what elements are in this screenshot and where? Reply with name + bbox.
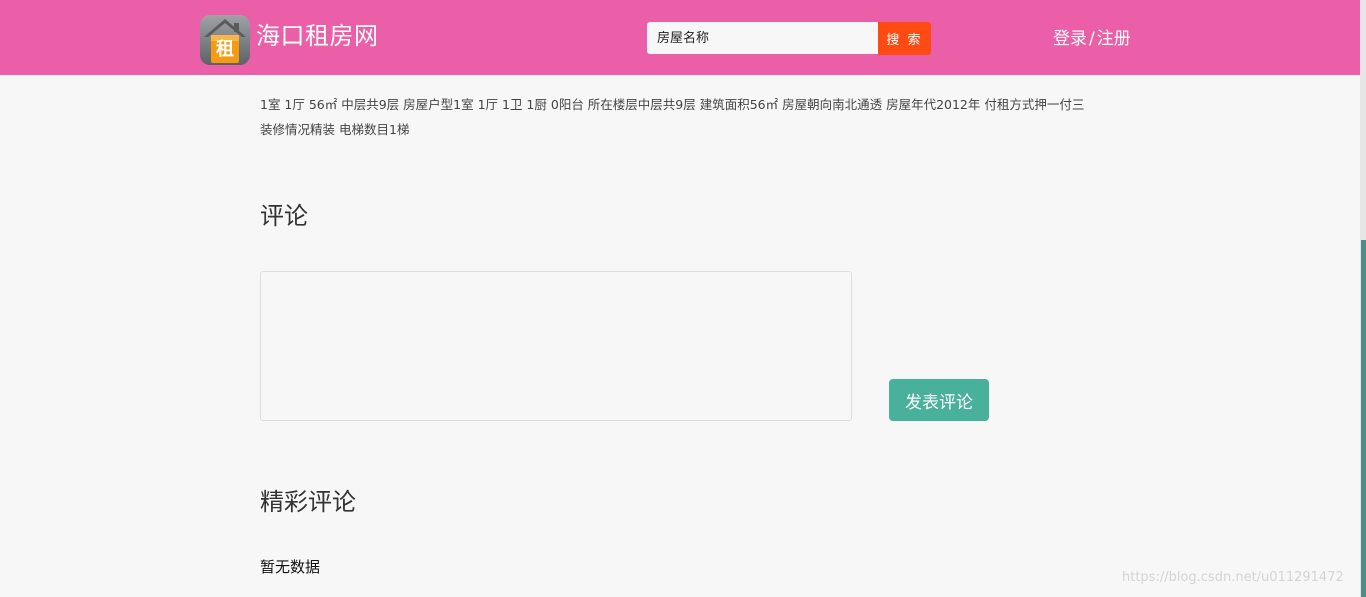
details-line-2: 装修情况精装 电梯数目1梯: [260, 122, 410, 137]
empty-state-text: 暂无数据: [260, 558, 321, 576]
listing-details: 1室 1厅 56㎡ 中层共9层 房屋户型1室 1厅 1卫 1厨 0阳台 所在楼层…: [260, 92, 1120, 142]
site-name[interactable]: 海口租房网: [256, 18, 379, 54]
search-input[interactable]: [647, 22, 878, 54]
featured-comments-title: 精彩评论: [260, 488, 356, 516]
comment-textarea[interactable]: [260, 271, 852, 421]
auth-separator: /: [1089, 29, 1095, 49]
scrollbar-thumb[interactable]: [1361, 240, 1366, 597]
comment-section-title: 评论: [260, 202, 308, 230]
top-header: 租 海口租房网 搜 索 登录/注册: [0, 0, 1360, 75]
search-button[interactable]: 搜 索: [878, 22, 931, 55]
logo-glyph: 租: [216, 39, 234, 60]
site-logo[interactable]: 租: [200, 15, 250, 65]
auth-links: 登录 / 注册: [1053, 27, 1131, 51]
details-line-1: 1室 1厅 56㎡ 中层共9层 房屋户型1室 1厅 1卫 1厨 0阳台 所在楼层…: [260, 97, 1085, 112]
register-link[interactable]: 注册: [1097, 29, 1131, 49]
watermark: https://blog.csdn.net/u011291472: [1122, 570, 1344, 585]
login-link[interactable]: 登录: [1053, 29, 1087, 49]
submit-comment-button[interactable]: 发表评论: [889, 379, 989, 421]
